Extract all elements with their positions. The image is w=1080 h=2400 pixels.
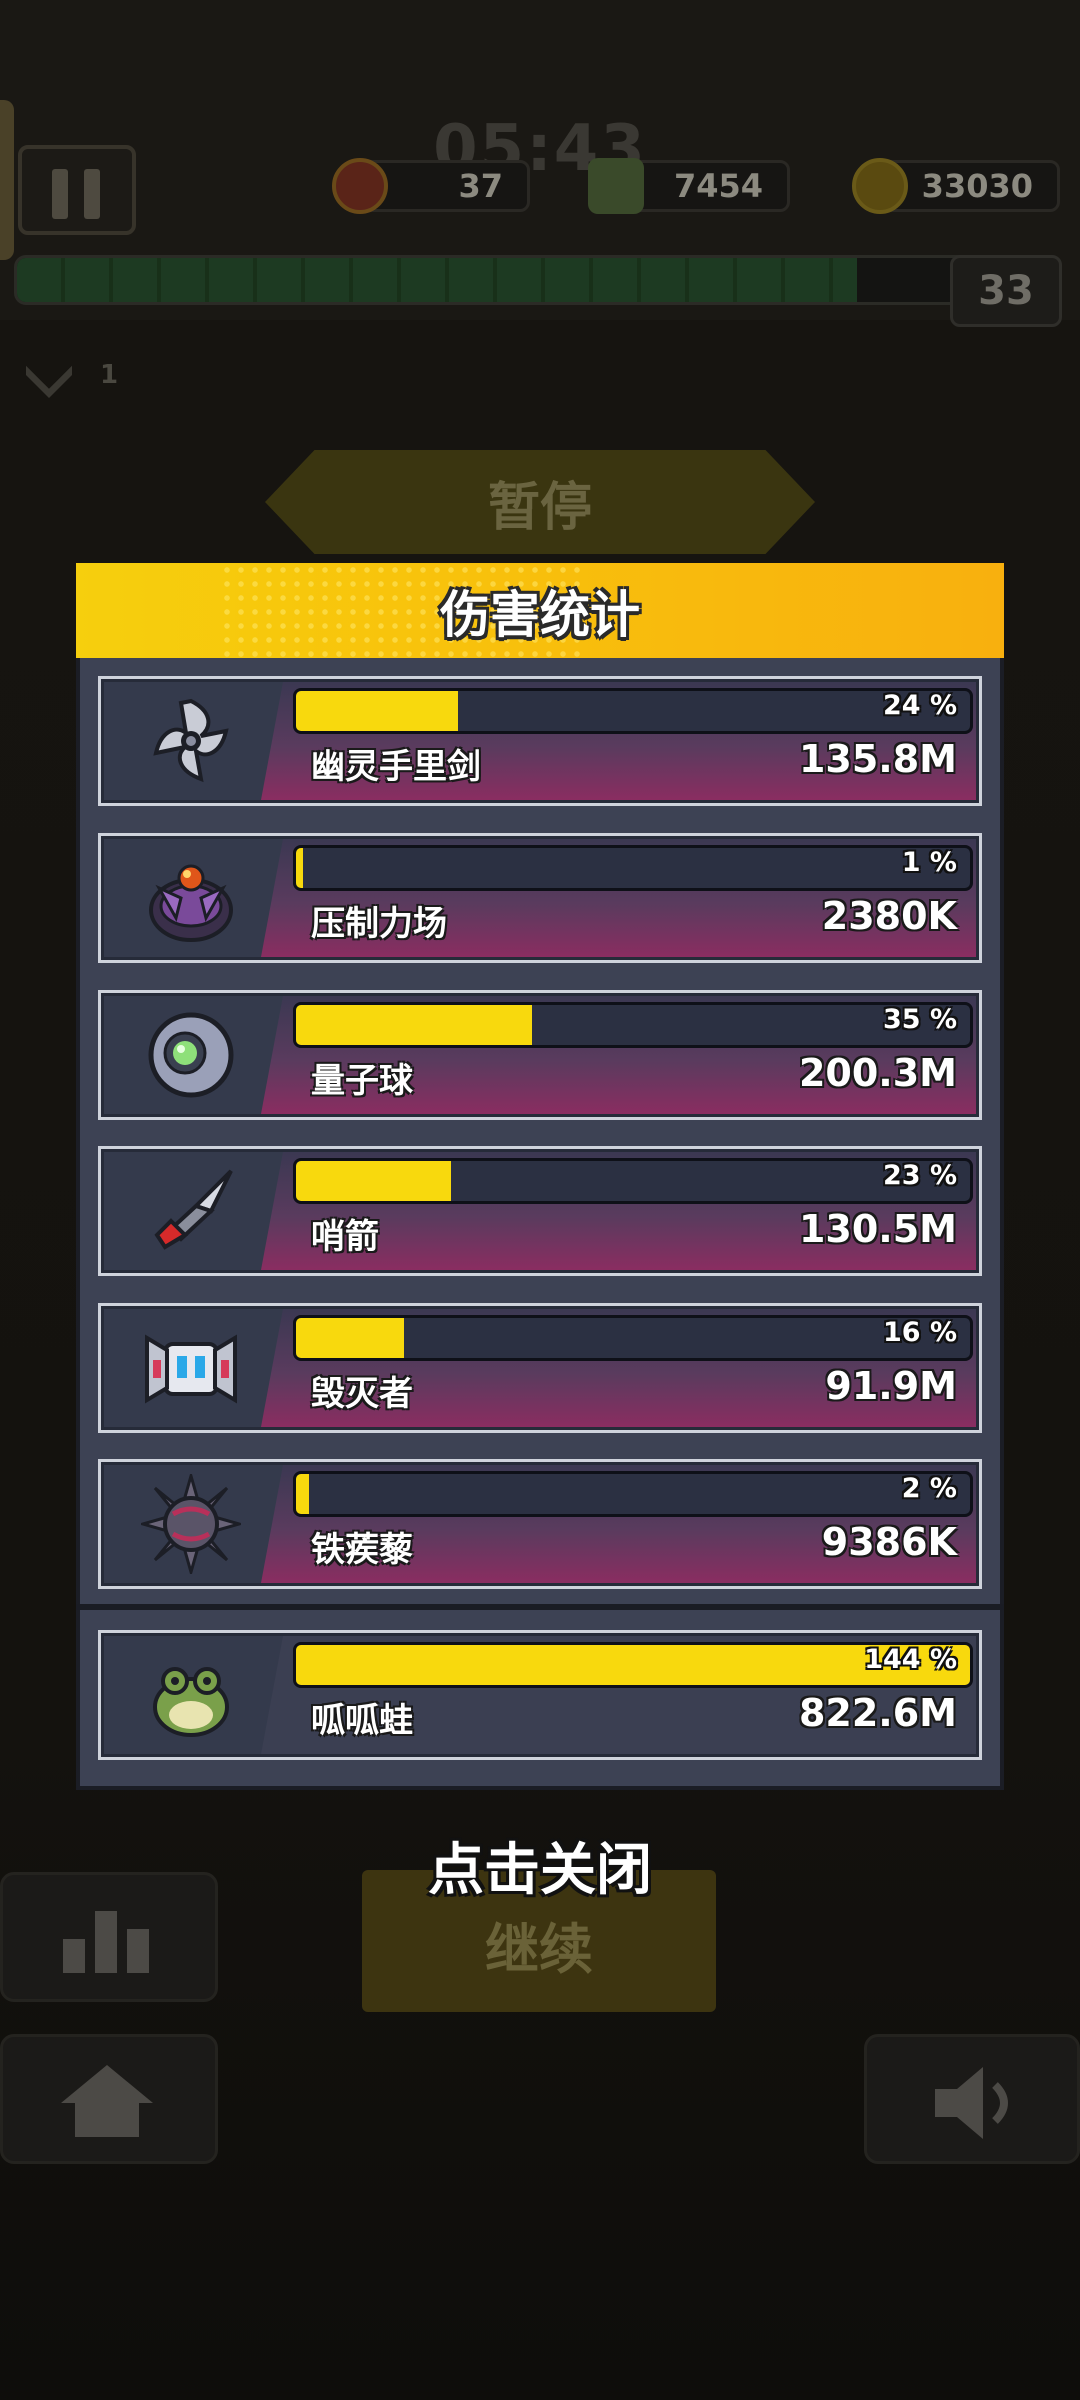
damage-share-bar (293, 1158, 973, 1204)
bar-chart-icon (63, 1911, 149, 1973)
damage-share-bar (293, 1315, 973, 1361)
damage-value: 200.3M (798, 1051, 957, 1095)
companion-row: 144 % 呱呱蛙 822.6M (98, 1630, 982, 1760)
force-field-icon (149, 864, 233, 942)
weapon-row: 2 % 铁蒺藜 9386K (98, 1459, 982, 1589)
damage-share-bar (293, 688, 973, 734)
side-gem-edge (0, 100, 14, 260)
weapon-name: 压制力场 (311, 904, 447, 944)
weapon-name: 铁蒺藜 (311, 1530, 413, 1570)
sound-button[interactable] (864, 2034, 1080, 2164)
experience-bar (14, 255, 974, 305)
damage-value: 135.8M (798, 737, 957, 781)
damage-share-bar (293, 845, 973, 891)
weapon-name: 量子球 (311, 1061, 413, 1101)
section-divider (76, 1604, 1004, 1610)
rank-count: 1 (100, 360, 119, 390)
pause-button[interactable] (18, 145, 136, 235)
damage-percent: 2 % (901, 1473, 957, 1504)
weapon-row: 1 % 压制力场 2380K (98, 833, 982, 963)
damage-percent: 16 % (882, 1317, 957, 1348)
weapon-row: 24 % 幽灵手里剑 135.8M (98, 676, 982, 806)
home-icon (61, 2065, 153, 2137)
damage-percent: 144 % (864, 1644, 957, 1675)
damage-percent: 24 % (882, 690, 957, 721)
damage-value: 2380K (821, 894, 957, 938)
pause-icon-bar (84, 169, 100, 219)
damage-value: 9386K (821, 1520, 957, 1564)
quantum-orb-icon (148, 1012, 234, 1098)
heart-icon (332, 158, 388, 214)
modal-title: 伤害统计 (440, 585, 640, 644)
weapon-name: 哨箭 (311, 1217, 379, 1257)
tap-to-close-hint[interactable]: 点击关闭 (300, 1825, 780, 1906)
damage-value: 822.6M (798, 1691, 957, 1735)
companion-name: 呱呱蛙 (311, 1701, 413, 1741)
damage-share-bar (293, 1471, 973, 1517)
weapon-name: 幽灵手里剑 (311, 747, 481, 787)
destroyer-robot-icon (145, 1334, 237, 1404)
coin-icon (852, 158, 908, 214)
home-button[interactable] (0, 2034, 218, 2164)
pause-banner: 暂停 (265, 450, 815, 554)
weapon-name: 毁灭者 (311, 1374, 413, 1414)
weapon-row: 35 % 量子球 200.3M (98, 990, 982, 1120)
damage-value: 91.9M (825, 1364, 957, 1408)
caltrop-icon (141, 1474, 241, 1574)
weapon-row: 16 % 毁灭者 91.9M (98, 1303, 982, 1433)
frog-icon (153, 1667, 229, 1737)
stats-button[interactable] (0, 1872, 218, 2002)
damage-share-bar (293, 1002, 973, 1048)
level-indicator: 33 (950, 255, 1062, 327)
damage-value: 130.5M (798, 1207, 957, 1251)
pause-icon (52, 169, 68, 219)
skull-icon (588, 158, 644, 214)
sentry-arrow-icon (154, 1169, 233, 1250)
continue-label: 继续 (485, 1918, 593, 1981)
damage-percent: 23 % (882, 1160, 957, 1191)
shuriken-icon (153, 698, 229, 783)
damage-percent: 1 % (901, 847, 957, 878)
speaker-icon (935, 2067, 1008, 2139)
weapon-row: 23 % 哨箭 130.5M (98, 1146, 982, 1276)
damage-percent: 35 % (882, 1004, 957, 1035)
